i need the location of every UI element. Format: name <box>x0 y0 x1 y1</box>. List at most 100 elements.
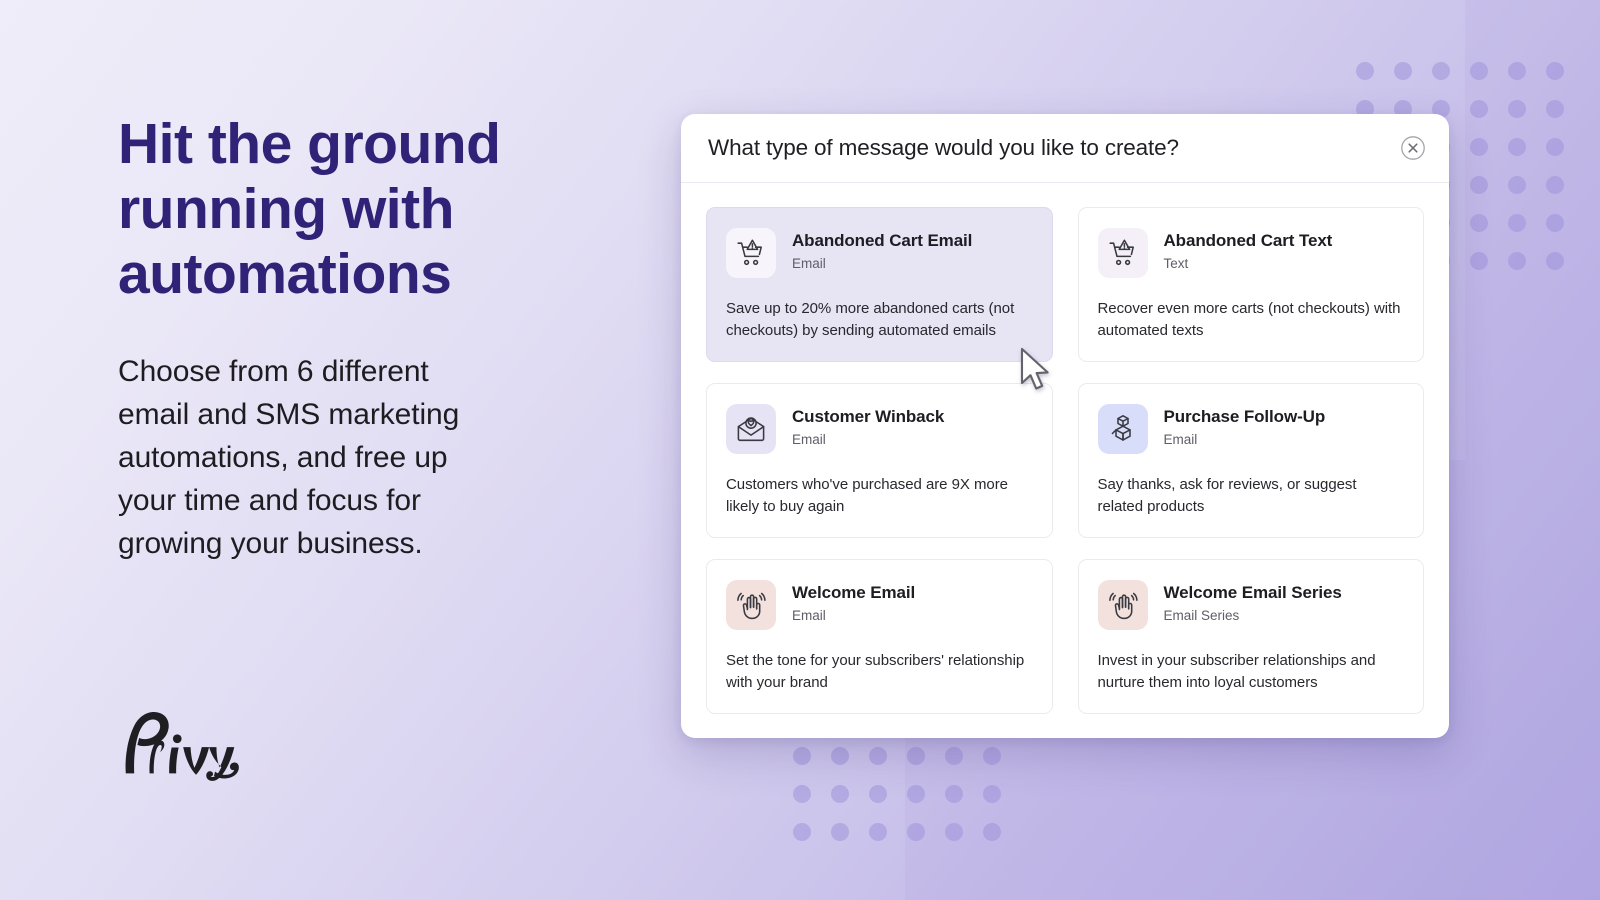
card-header: Purchase Follow-Up Email <box>1097 404 1402 454</box>
waving-hand-icon-tile <box>726 580 776 630</box>
decorative-dot <box>1470 176 1488 194</box>
create-message-modal: What type of message would you like to c… <box>681 114 1449 738</box>
card-header: Customer Winback Email <box>726 404 1030 454</box>
decorative-panel-top-right <box>1465 0 1600 460</box>
message-type-card-4[interactable]: Welcome Email Email Set the tone for you… <box>706 559 1053 714</box>
message-type-card-2[interactable]: Customer Winback Email Customers who've … <box>706 383 1053 538</box>
card-description: Set the tone for your subscribers' relat… <box>726 652 1025 691</box>
card-header: Abandoned Cart Text Text <box>1097 228 1402 278</box>
decorative-dot <box>1508 176 1526 194</box>
waving-hand-icon <box>737 592 766 620</box>
card-description: Say thanks, ask for reviews, or suggest … <box>1097 476 1357 515</box>
decorative-dot <box>1470 252 1488 270</box>
decorative-dot <box>793 747 811 765</box>
decorative-dot <box>1470 100 1488 118</box>
shopping-cart-alert-icon-tile <box>726 228 776 278</box>
envelope-heart-icon-tile <box>726 404 776 454</box>
stacked-boxes-icon-tile <box>1097 404 1148 454</box>
card-subtitle: Text <box>1163 256 1189 271</box>
decorative-dot <box>1508 100 1526 118</box>
card-title: Customer Winback <box>792 407 945 426</box>
decorative-dot <box>945 785 963 803</box>
waving-hand-icon-tile <box>1097 580 1148 630</box>
decorative-dot <box>1394 62 1412 80</box>
card-description: Invest in your subscriber relationships … <box>1097 652 1376 691</box>
card-title: Purchase Follow-Up <box>1163 407 1326 426</box>
decorative-dot <box>945 823 963 841</box>
card-title-group: Welcome Email Series Email Series <box>1164 580 1342 624</box>
card-header: Welcome Email Email <box>726 580 1030 630</box>
card-subtitle: Email Series <box>1163 608 1240 623</box>
decorative-dot <box>983 823 1001 841</box>
decorative-dot <box>1470 138 1488 156</box>
message-type-card-0[interactable]: Abandoned Cart Email Email Save up to 20… <box>706 207 1053 362</box>
hero-subcopy: Choose from 6 different email and SMS ma… <box>118 355 460 560</box>
modal-title: What type of message would you like to c… <box>708 135 1179 160</box>
decorative-dot <box>983 785 1001 803</box>
card-title: Welcome Email <box>792 583 916 602</box>
decorative-dot <box>869 823 887 841</box>
decorative-dot <box>1546 138 1564 156</box>
message-type-card-3[interactable]: Purchase Follow-Up Email Say thanks, ask… <box>1077 383 1424 538</box>
message-type-card-1[interactable]: Abandoned Cart Text Text Recover even mo… <box>1077 207 1424 362</box>
decorative-dot <box>907 747 925 765</box>
decorative-dot <box>907 785 925 803</box>
decorative-dot <box>831 785 849 803</box>
decorative-dot <box>1432 62 1450 80</box>
page-background: Hit the ground running with automations … <box>0 0 1600 900</box>
card-title-group: Purchase Follow-Up Email <box>1164 404 1326 448</box>
card-subtitle: Email <box>792 256 826 271</box>
card-description: Recover even more carts (not checkouts) … <box>1097 300 1401 339</box>
decorative-dot <box>869 785 887 803</box>
card-description: Customers who've purchased are 9X more l… <box>726 476 1008 515</box>
decorative-dot <box>1508 214 1526 232</box>
card-title-group: Abandoned Cart Text Text <box>1164 228 1333 272</box>
card-subtitle: Email <box>792 432 826 447</box>
card-header: Welcome Email Series Email Series <box>1097 580 1402 630</box>
shopping-cart-alert-icon <box>1108 239 1134 266</box>
card-description: Save up to 20% more abandoned carts (not… <box>726 300 1015 339</box>
modal-header: What type of message would you like to c… <box>681 114 1449 183</box>
card-title-group: Welcome Email Email <box>792 580 915 624</box>
decorative-dot <box>1546 100 1564 118</box>
message-type-card-5[interactable]: Welcome Email Series Email Series Invest… <box>1077 559 1424 714</box>
decorative-dot <box>1508 138 1526 156</box>
card-header: Abandoned Cart Email Email <box>726 228 1030 278</box>
close-icon-glyph <box>1401 136 1425 160</box>
decorative-dot <box>831 747 849 765</box>
decorative-dot <box>1546 62 1564 80</box>
decorative-dot <box>945 747 963 765</box>
envelope-heart-icon <box>737 417 765 442</box>
stacked-boxes-icon <box>1111 415 1131 441</box>
decorative-dot <box>1546 176 1564 194</box>
decorative-dot <box>831 823 849 841</box>
decorative-dot <box>907 823 925 841</box>
card-title: Abandoned Cart Text <box>1163 231 1333 250</box>
privy-logo <box>116 706 256 782</box>
card-title-group: Customer Winback Email <box>792 404 944 448</box>
decorative-dot <box>793 785 811 803</box>
decorative-dot <box>1356 62 1374 80</box>
hero-copy: Hit the ground running with automations … <box>118 112 588 565</box>
card-title: Welcome Email Series <box>1163 583 1342 602</box>
page-title: Hit the ground running with automations <box>118 112 501 306</box>
message-type-grid: Abandoned Cart Email Email Save up to 20… <box>681 183 1449 738</box>
decorative-dot <box>793 823 811 841</box>
decorative-dot <box>869 747 887 765</box>
shopping-cart-alert-icon-tile <box>1097 228 1148 278</box>
waving-hand-icon <box>1108 592 1138 620</box>
card-title-group: Abandoned Cart Email Email <box>792 228 972 272</box>
decorative-dot <box>983 747 1001 765</box>
card-title: Abandoned Cart Email <box>792 231 973 250</box>
decorative-dot <box>1546 214 1564 232</box>
shopping-cart-alert-icon <box>737 239 762 266</box>
card-subtitle: Email <box>1163 432 1198 447</box>
decorative-dot <box>1508 252 1526 270</box>
close-icon[interactable] <box>1400 135 1426 161</box>
decorative-dot <box>1470 214 1488 232</box>
decorative-dot <box>1546 252 1564 270</box>
decorative-dot <box>1508 62 1526 80</box>
decorative-dot <box>1470 62 1488 80</box>
decorative-dot-grid-bottom <box>793 747 1021 861</box>
card-subtitle: Email <box>792 608 826 623</box>
